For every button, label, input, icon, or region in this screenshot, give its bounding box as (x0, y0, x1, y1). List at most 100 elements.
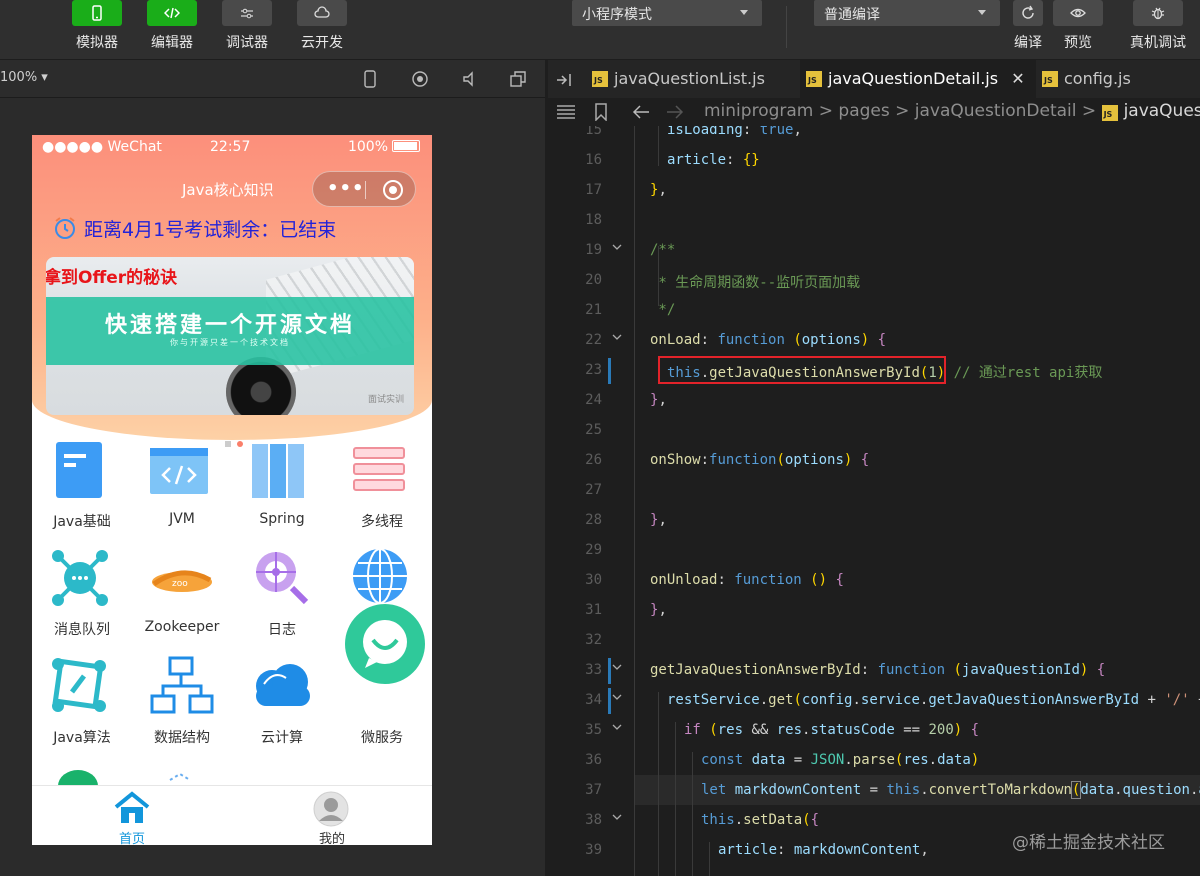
banner-carousel[interactable]: 快速搭建一个开源文档 你与开源只差一个技术文档 拿到Offer的秘诀 面试实训 (46, 257, 414, 415)
breadcrumb-path: miniprogram > pages > javaQuestionDetail… (704, 101, 1200, 121)
magnifier-icon (256, 552, 309, 605)
main-toolbar: 模拟器 编辑器 调试器 云开发 小程序模式 普通编译 编译 预览 真机调试 (0, 0, 1200, 60)
grid-item-label: 微服务 (361, 730, 403, 746)
code-line-21: */ (650, 302, 676, 318)
alarm-clock-icon (55, 217, 75, 239)
fold-chevron-icon[interactable] (612, 812, 622, 822)
network-hub-icon (52, 550, 108, 606)
fold-chevron-icon[interactable] (612, 692, 622, 702)
smile-chat-icon (345, 604, 425, 684)
tab-mine[interactable]: 我的 (232, 786, 432, 845)
grid-item-label: Spring (259, 511, 305, 527)
js-file-icon: JS (592, 71, 608, 87)
capsule-divider (365, 181, 366, 199)
grid-item-message-queue[interactable]: 消息队列 (32, 548, 132, 648)
grid-item-data-structure[interactable]: 数据结构 (132, 656, 232, 756)
tab-config[interactable]: JS config.js (1036, 60, 1200, 98)
user-avatar-icon (313, 791, 349, 827)
code-line-17: }, (650, 182, 667, 198)
grid-item-label: Java基础 (53, 514, 111, 530)
fold-chevron-icon[interactable] (612, 242, 622, 252)
banner-watermark: 面试实训 (367, 395, 404, 405)
line-number: 39 (585, 842, 602, 858)
arrow-right-icon[interactable] (666, 104, 684, 120)
page-title: Java核心知识 (182, 181, 274, 199)
code-line-24: }, (650, 392, 667, 408)
compile-select[interactable]: 普通编译 (814, 0, 1000, 26)
grid-item-label: Zookeeper (144, 619, 220, 635)
cloud-link-icon (297, 0, 347, 26)
indent-guide (692, 752, 693, 876)
grid-item-label: 多线程 (361, 514, 403, 530)
tab-home[interactable]: 首页 (32, 786, 232, 845)
code-line-33: getJavaQuestionAnswerById: function (jav… (650, 662, 1106, 678)
tab-java-question-list[interactable]: JS javaQuestionList.js (586, 60, 800, 98)
line-number: 27 (585, 482, 602, 498)
line-number: 17 (585, 182, 602, 198)
breadcrumb-text[interactable]: miniprogram > pages > javaQuestionDetail… (704, 101, 1102, 121)
grid-item-spring[interactable]: Spring (232, 440, 332, 540)
breadcrumb-file[interactable]: javaQuestionD (1124, 101, 1200, 121)
layers-icon (353, 447, 405, 491)
tab-label: javaQuestionDetail.js (828, 69, 999, 88)
close-circle-icon[interactable] (383, 180, 403, 200)
fold-chevron-icon[interactable] (612, 662, 622, 672)
grid-item-zookeeper[interactable]: zoo Zookeeper (132, 548, 232, 648)
line-number: 32 (585, 632, 602, 648)
code-line-15: isLoading: true, (667, 126, 802, 138)
code-line-38: this.setData({ (701, 812, 820, 828)
grid-item-java-algorithm[interactable]: Java算法 (32, 656, 132, 756)
hierarchy-icon (150, 656, 214, 714)
arrow-left-icon[interactable] (632, 104, 650, 120)
indent-guide (634, 126, 635, 876)
real-device-debug-label: 真机调试 (1130, 35, 1186, 51)
line-number: 23 (585, 362, 602, 378)
code-line-30: onUnload: function () { (650, 572, 844, 588)
bookmark-icon[interactable] (594, 103, 608, 121)
line-number: 34 (585, 692, 602, 708)
code-editor[interactable]: 15 16 17 18 19 20 21 22 23 24 25 26 27 2… (548, 126, 1200, 876)
line-number: 18 (585, 212, 602, 228)
line-number: 16 (585, 152, 602, 168)
code-line-20: * 生命周期函数--监听页面加载 (650, 275, 861, 291)
list-icon[interactable] (556, 104, 576, 120)
volume-icon[interactable] (460, 69, 480, 89)
grid-item-label: 数据结构 (154, 730, 210, 746)
tab-mine-label: 我的 (318, 832, 345, 845)
breadcrumb: miniprogram > pages > javaQuestionDetail… (548, 98, 1200, 126)
close-icon[interactable]: ✕ (1011, 69, 1024, 88)
cloud-dev-button[interactable]: 云开发 (292, 0, 352, 52)
grid-item-multithreading[interactable]: 多线程 (332, 440, 432, 540)
phone-icon (72, 0, 122, 26)
device-icon[interactable] (360, 69, 380, 89)
fold-chevron-icon[interactable] (612, 722, 622, 732)
code-line-22: onLoad: function (options) { (650, 332, 887, 348)
mode-select[interactable]: 小程序模式 (572, 0, 762, 26)
code-icon (147, 0, 197, 26)
real-device-debug-button[interactable]: 真机调试 (1123, 0, 1193, 52)
grid-item-logging[interactable]: 日志 (232, 548, 332, 648)
record-icon[interactable] (410, 69, 430, 89)
fold-chevron-icon[interactable] (612, 332, 622, 342)
code-line-28: }, (650, 512, 667, 528)
detach-window-icon[interactable] (508, 69, 528, 89)
editor-button[interactable]: 编辑器 (142, 0, 202, 52)
cloud-dev-label: 云开发 (301, 35, 343, 51)
code-line-35: if (res && res.statusCode == 200) { (684, 722, 980, 738)
debugger-button[interactable]: 调试器 (217, 0, 277, 52)
line-number: 19 (585, 242, 602, 258)
grid-item-jvm[interactable]: JVM (132, 440, 232, 540)
preview-button[interactable]: 预览 (1048, 0, 1108, 52)
grid-item-cloud-computing[interactable]: 云计算 (232, 656, 332, 756)
menu-capsule[interactable]: ••• (312, 171, 416, 207)
simulator-button[interactable]: 模拟器 (67, 0, 127, 52)
grid-item-java-basics[interactable]: Java基础 (32, 440, 132, 540)
indent-guide (709, 842, 710, 876)
more-dots-icon[interactable]: ••• (327, 180, 365, 198)
grid-item-label: 消息队列 (54, 622, 110, 638)
grid-item-microservice[interactable]: 微服务 (332, 604, 432, 756)
tab-java-question-detail[interactable]: JS javaQuestionDetail.js ✕ (800, 60, 1036, 98)
collapse-sidebar-icon[interactable] (556, 72, 574, 88)
zoom-select[interactable]: 100% ▾ (0, 70, 48, 85)
line-number: 31 (585, 602, 602, 618)
